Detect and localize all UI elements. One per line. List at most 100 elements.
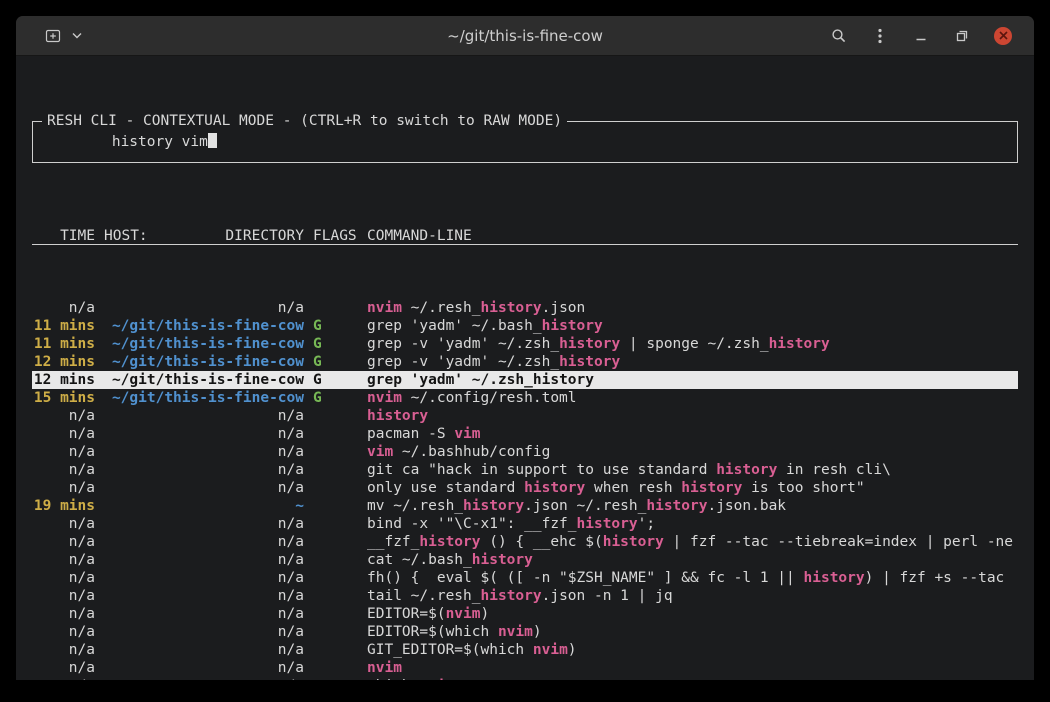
- history-row[interactable]: n/a n/a nvim: [32, 659, 1018, 677]
- search-icon: [831, 28, 847, 44]
- history-row[interactable]: n/an/abind -x '"\C-x1": __fzf_history';: [32, 515, 1018, 533]
- cell-time: n/a: [32, 569, 95, 587]
- history-row[interactable]: n/an/agit ca "hack in support to use sta…: [32, 461, 1018, 479]
- match-highlight: history: [481, 588, 542, 604]
- titlebar[interactable]: ~/git/this-is-fine-cow: [16, 16, 1034, 56]
- match-highlight: nvim: [367, 660, 402, 676]
- match-highlight: history: [559, 354, 620, 370]
- history-row[interactable]: n/an/atail ~/.resh_history.json -n 1 | j…: [32, 587, 1018, 605]
- match-highlight: nvim: [419, 678, 454, 680]
- cell-host-directory: n/a: [104, 299, 304, 317]
- cell-host-directory: n/a: [104, 605, 304, 623]
- history-row[interactable]: n/an/aEDITOR=$(which nvim): [32, 623, 1018, 641]
- cell-command: bind -x '"\C-x1": __fzf_history';: [367, 515, 1018, 533]
- cell-time: n/a: [32, 659, 95, 677]
- history-row[interactable]: n/an/aGIT_EDITOR=$(which nvim): [32, 641, 1018, 659]
- history-row[interactable]: n/an/awhich nvim: [32, 677, 1018, 680]
- cell-flags: [313, 425, 358, 443]
- menu-kebab-icon: [878, 28, 882, 44]
- history-row[interactable]: n/an/aonly use standard history when res…: [32, 479, 1018, 497]
- menu-button[interactable]: [867, 23, 893, 49]
- cell-host-directory: ~/git/this-is-fine-cow: [104, 371, 304, 389]
- cell-time: n/a: [32, 641, 95, 659]
- history-row[interactable]: n/an/acat ~/.bash_history: [32, 551, 1018, 569]
- history-row[interactable]: n/a n/a fh() { eval $( ([ -n "$ZSH_NAME" ]…: [32, 569, 1018, 587]
- cell-time: 19 mins: [32, 497, 95, 515]
- minimize-icon: [914, 29, 928, 43]
- cell-flags: [313, 605, 358, 623]
- text-cursor: [208, 133, 217, 148]
- match-highlight: history: [559, 336, 620, 352]
- cell-time: n/a: [32, 479, 95, 497]
- history-row[interactable]: 15 mins~/git/this-is-fine-cowGnvim ~/.co…: [32, 389, 1018, 407]
- command-text: which: [367, 678, 419, 680]
- cell-flags: [313, 641, 358, 659]
- cell-command: nvim: [367, 659, 1018, 677]
- cell-time: n/a: [32, 605, 95, 623]
- history-row[interactable]: n/a n/a EDITOR=$(nvim): [32, 605, 1018, 623]
- new-tab-button[interactable]: [40, 23, 66, 49]
- cell-flags: [313, 587, 358, 605]
- minimize-button[interactable]: [908, 23, 934, 49]
- match-highlight: history: [367, 408, 428, 424]
- cell-flags: [313, 479, 358, 497]
- header-host-directory: HOST: DIRECTORY: [104, 227, 304, 244]
- cell-time: 12 mins: [32, 353, 95, 371]
- match-highlight: history: [419, 534, 480, 550]
- cell-host-directory: n/a: [104, 659, 304, 677]
- cell-host-directory: ~/git/this-is-fine-cow: [104, 335, 304, 353]
- cell-command: __fzf_history () { __ehc $(history | fzf…: [367, 533, 1018, 551]
- match-highlight: nvim: [498, 624, 533, 640]
- command-text: .json.bak: [707, 498, 786, 514]
- match-highlight: vim: [367, 444, 393, 460]
- command-text: when resh: [585, 480, 681, 496]
- cell-command: fh() { eval $( ([ -n "$ZSH_NAME" ] && fc…: [367, 569, 1018, 587]
- command-text: ): [568, 642, 577, 658]
- cell-host-directory: n/a: [104, 407, 304, 425]
- match-highlight: history: [577, 516, 638, 532]
- command-text: in resh cli\: [777, 462, 891, 478]
- command-text: GIT_EDITOR=$(which: [367, 642, 533, 658]
- history-row[interactable]: 11 mins~/git/this-is-fine-cowGgrep -v 'y…: [32, 335, 1018, 353]
- new-tab-icon: [45, 28, 61, 44]
- command-text: pacman -S: [367, 426, 454, 442]
- restore-button[interactable]: [949, 23, 975, 49]
- cell-host-directory: n/a: [104, 569, 304, 587]
- cell-flags: [313, 443, 358, 461]
- close-icon: [994, 27, 1012, 45]
- terminal-content[interactable]: RESH CLI - CONTEXTUAL MODE - (CTRL+R to …: [16, 56, 1034, 680]
- history-row[interactable]: 19 mins~mv ~/.resh_history.json ~/.resh_…: [32, 497, 1018, 515]
- match-highlight: history: [646, 498, 707, 514]
- cell-flags: [313, 299, 358, 317]
- search-box-label: RESH CLI - CONTEXTUAL MODE - (CTRL+R to …: [42, 112, 567, 130]
- history-row-selected[interactable]: 12 mins~/git/this-is-fine-cowGgrep 'yadm…: [32, 371, 1018, 389]
- cell-flags: [313, 533, 358, 551]
- history-row[interactable]: 11 mins~/git/this-is-fine-cowGgrep 'yadm…: [32, 317, 1018, 335]
- history-row[interactable]: n/an/ahistory: [32, 407, 1018, 425]
- history-row[interactable]: n/an/anvim ~/.resh_history.json: [32, 299, 1018, 317]
- history-row[interactable]: n/an/a__fzf_history () { __ehc $(history…: [32, 533, 1018, 551]
- command-text: __fzf_: [367, 534, 419, 550]
- history-row[interactable]: n/an/avim ~/.bashhub/config: [32, 443, 1018, 461]
- history-row[interactable]: 12 mins~/git/this-is-fine-cowGgrep -v 'y…: [32, 353, 1018, 371]
- close-button[interactable]: [990, 23, 1016, 49]
- cell-command: pacman -S vim: [367, 425, 1018, 443]
- match-highlight: history: [542, 318, 603, 334]
- header-host: HOST:: [104, 227, 148, 244]
- match-highlight: nvim: [533, 642, 568, 658]
- cell-command: EDITOR=$(nvim): [367, 605, 1018, 623]
- cell-flags: G: [313, 353, 358, 371]
- command-text: () { __ehc $(: [481, 534, 603, 550]
- history-row[interactable]: n/an/apacman -S vim: [32, 425, 1018, 443]
- resh-search-box: RESH CLI - CONTEXTUAL MODE - (CTRL+R to …: [32, 121, 1018, 163]
- titlebar-right-controls: [826, 23, 1016, 49]
- command-text: grep 'yadm' ~/.zsh_: [367, 372, 533, 388]
- search-button[interactable]: [826, 23, 852, 49]
- restore-icon: [955, 29, 969, 43]
- new-tab-dropdown-button[interactable]: [69, 23, 85, 49]
- cell-command: grep 'yadm' ~/.zsh_history: [367, 371, 1018, 389]
- cell-command: cat ~/.bash_history: [367, 551, 1018, 569]
- header-directory: DIRECTORY: [225, 227, 304, 244]
- command-text: ';: [638, 516, 655, 532]
- match-highlight: vim: [454, 426, 480, 442]
